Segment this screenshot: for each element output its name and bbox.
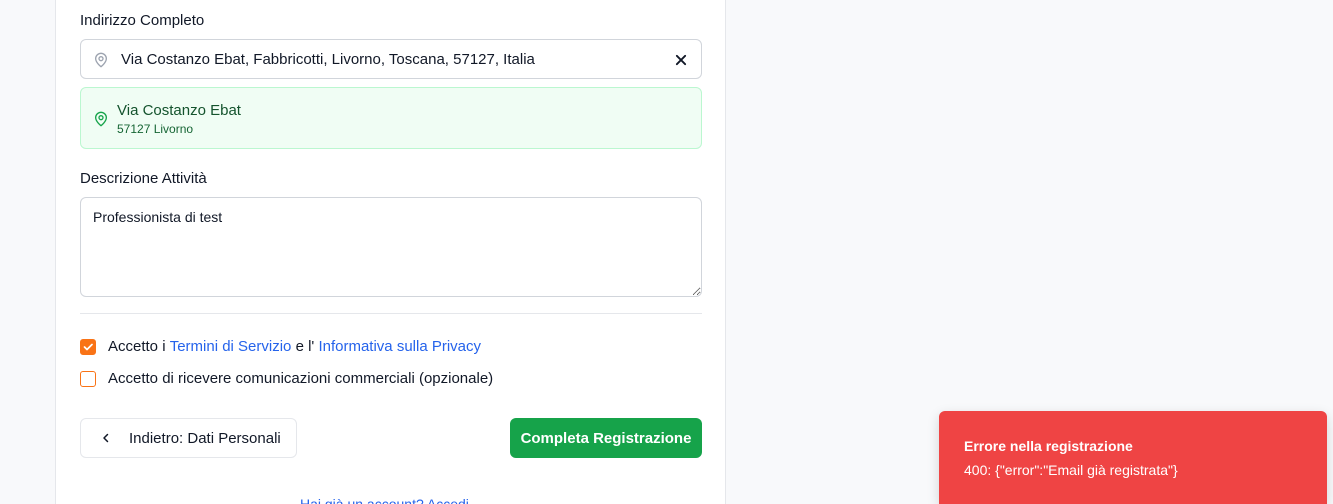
map-pin-icon xyxy=(95,111,107,127)
terms-checkbox[interactable] xyxy=(80,338,96,355)
terms-prefix: Accetto i xyxy=(108,338,170,355)
marketing-label: Accetto di ricevere comunicazioni commer… xyxy=(108,370,494,387)
suggestion-street: Via Costanzo Ebat xyxy=(117,102,241,119)
map-pin-icon xyxy=(95,52,107,68)
login-prompt[interactable]: Hai già un account? Accedi xyxy=(300,497,500,504)
terms-of-service-link[interactable]: Termini di Servizio xyxy=(170,338,292,355)
error-toast[interactable]: Errore nella registrazione 400: {"error"… xyxy=(939,411,1327,504)
complete-registration-button[interactable]: Completa Registrazione xyxy=(510,418,702,458)
toast-message: 400: {"error":"Email già registrata"} xyxy=(964,462,1178,478)
marketing-checkbox[interactable] xyxy=(80,370,96,387)
submit-button-label: Completa Registrazione xyxy=(520,429,692,447)
suggestion-city: 57127 Livorno xyxy=(117,122,194,136)
back-button-label: Indietro: Dati Personali xyxy=(129,429,281,447)
close-icon[interactable] xyxy=(671,50,691,70)
address-input[interactable] xyxy=(121,40,661,78)
privacy-policy-link[interactable]: Informativa sulla Privacy xyxy=(318,338,481,355)
divider xyxy=(80,313,702,314)
toast-title: Errore nella registrazione xyxy=(964,438,1133,454)
address-field[interactable] xyxy=(80,39,702,79)
address-label: Indirizzo Completo xyxy=(80,12,205,29)
terms-consent-row: Accetto i Termini di Servizio e l' Infor… xyxy=(80,338,481,355)
check-icon xyxy=(83,343,93,350)
chevron-left-icon xyxy=(103,433,109,443)
description-textarea[interactable]: Professionista di test xyxy=(80,197,702,297)
terms-mid: e l' xyxy=(291,338,319,355)
marketing-consent-row: Accetto di ricevere comunicazioni commer… xyxy=(80,370,493,387)
address-suggestion[interactable]: Via Costanzo Ebat 57127 Livorno xyxy=(80,87,702,149)
description-label: Descrizione Attività xyxy=(80,170,207,187)
back-button[interactable]: Indietro: Dati Personali xyxy=(80,418,297,458)
